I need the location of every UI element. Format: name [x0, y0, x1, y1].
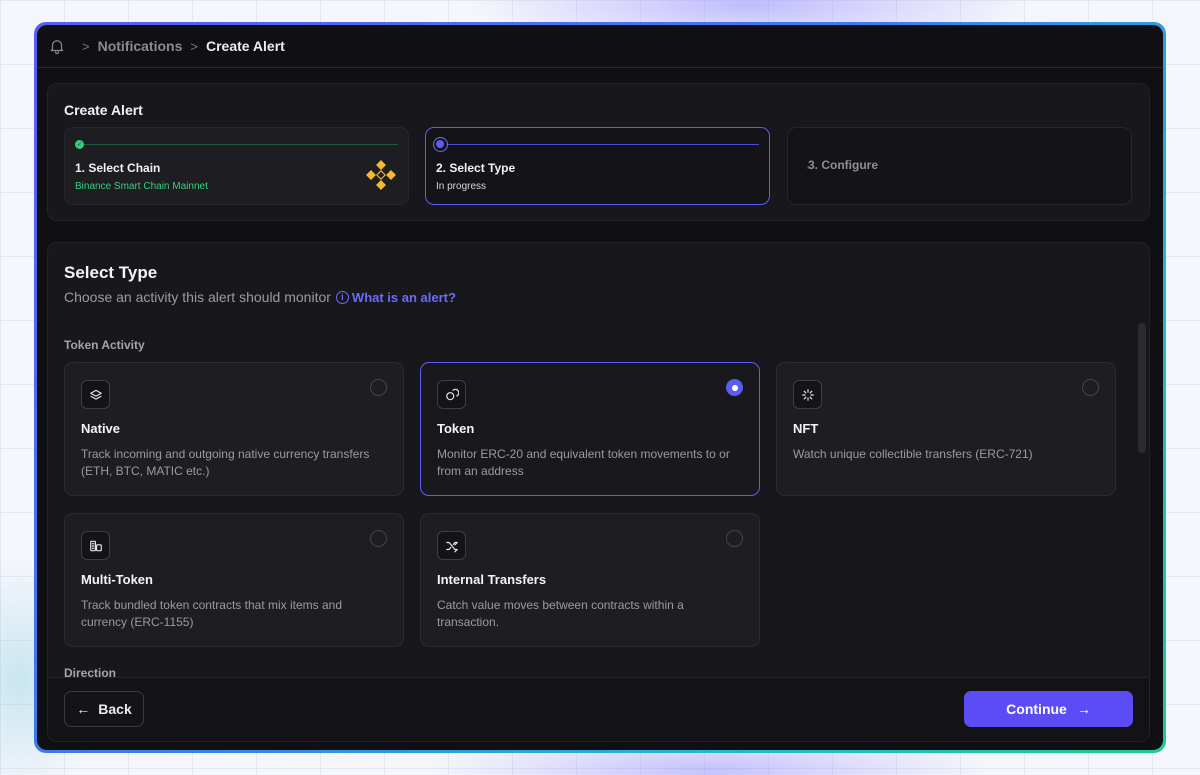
breadcrumb-separator: > [82, 38, 90, 54]
arrow-right-icon: → [1076, 701, 1091, 717]
card-title: Internal Transfers [437, 572, 547, 587]
stepper-panel: Create Alert ✓ 1. Select Chain Binance S… [47, 83, 1150, 221]
type-card-multi-token[interactable]: Multi-Token Track bundled token contract… [64, 513, 404, 647]
stacked-coins-icon [81, 531, 110, 560]
step-label: 3. Configure [808, 158, 879, 172]
card-description: Watch unique collectible transfers (ERC-… [793, 447, 1033, 461]
bell-icon[interactable] [48, 37, 66, 55]
select-type-panel: Select Type Choose an activity this aler… [47, 242, 1150, 742]
breadcrumb-create-alert: Create Alert [205, 38, 285, 54]
step-label: 2. Select Type [436, 161, 516, 175]
radio-button[interactable] [370, 530, 387, 547]
step-subtitle: Binance Smart Chain Mainnet [75, 181, 208, 192]
breadcrumb-separator: > [190, 38, 198, 54]
layers-icon [81, 380, 110, 409]
info-icon[interactable]: i [335, 290, 349, 304]
binance-logo-icon [366, 160, 396, 190]
radio-button[interactable] [726, 379, 743, 396]
step-progress-track [436, 144, 759, 145]
token-activity-heading: Token Activity [64, 338, 145, 352]
radio-button[interactable] [1082, 379, 1099, 396]
what-is-alert-link[interactable]: What is an alert? [352, 290, 456, 305]
footer-bar: ← Back Continue → [48, 677, 1149, 741]
step-configure[interactable]: 3. Configure [787, 127, 1132, 205]
continue-button-label: Continue [1006, 701, 1067, 717]
card-description: Track incoming and outgoing native curre… [81, 447, 370, 478]
coins-icon [437, 380, 466, 409]
radio-button[interactable] [726, 530, 743, 547]
progress-ring-icon [433, 137, 448, 152]
card-title: Multi-Token [81, 572, 153, 587]
continue-button[interactable]: Continue → [964, 691, 1133, 727]
step-select-type[interactable]: 2. Select Type In progress [425, 127, 770, 205]
type-card-token[interactable]: Token Monitor ERC-20 and equivalent toke… [420, 362, 760, 496]
section-description: Choose an activity this alert should mon… [64, 289, 331, 305]
app-frame: > Notifications > Create Alert Create Al… [34, 22, 1166, 753]
type-card-internal-transfers[interactable]: Internal Transfers Catch value moves bet… [420, 513, 760, 647]
section-subtitle: Choose an activity this alert should mon… [64, 289, 456, 305]
card-title: Token [437, 421, 475, 436]
step-select-chain[interactable]: ✓ 1. Select Chain Binance Smart Chain Ma… [64, 127, 409, 205]
breadcrumb-notifications[interactable]: Notifications [98, 38, 183, 54]
step-progress-track [75, 144, 398, 145]
arrow-left-icon: ← [76, 701, 91, 717]
type-card-nft[interactable]: NFT Watch unique collectible transfers (… [776, 362, 1116, 496]
card-description: Catch value moves between contracts with… [437, 598, 684, 629]
radio-button[interactable] [370, 379, 387, 396]
stepper-title: Create Alert [64, 102, 143, 118]
card-title: Native [81, 421, 121, 436]
card-title: NFT [793, 421, 819, 436]
type-card-native[interactable]: Native Track incoming and outgoing nativ… [64, 362, 404, 496]
back-button[interactable]: ← Back [64, 691, 144, 727]
back-button-label: Back [98, 701, 132, 717]
scrollbar[interactable] [1138, 323, 1146, 453]
check-icon: ✓ [75, 140, 84, 149]
shuffle-icon [437, 531, 466, 560]
app-window: > Notifications > Create Alert Create Al… [37, 25, 1163, 750]
step-label: 1. Select Chain [75, 161, 161, 175]
card-description: Track bundled token contracts that mix i… [81, 598, 343, 629]
section-title: Select Type [64, 263, 158, 282]
breadcrumb: > Notifications > Create Alert [37, 25, 1163, 68]
card-description: Monitor ERC-20 and equivalent token move… [437, 447, 730, 478]
step-subtitle: In progress [436, 181, 487, 192]
sparkle-icon [793, 380, 822, 409]
